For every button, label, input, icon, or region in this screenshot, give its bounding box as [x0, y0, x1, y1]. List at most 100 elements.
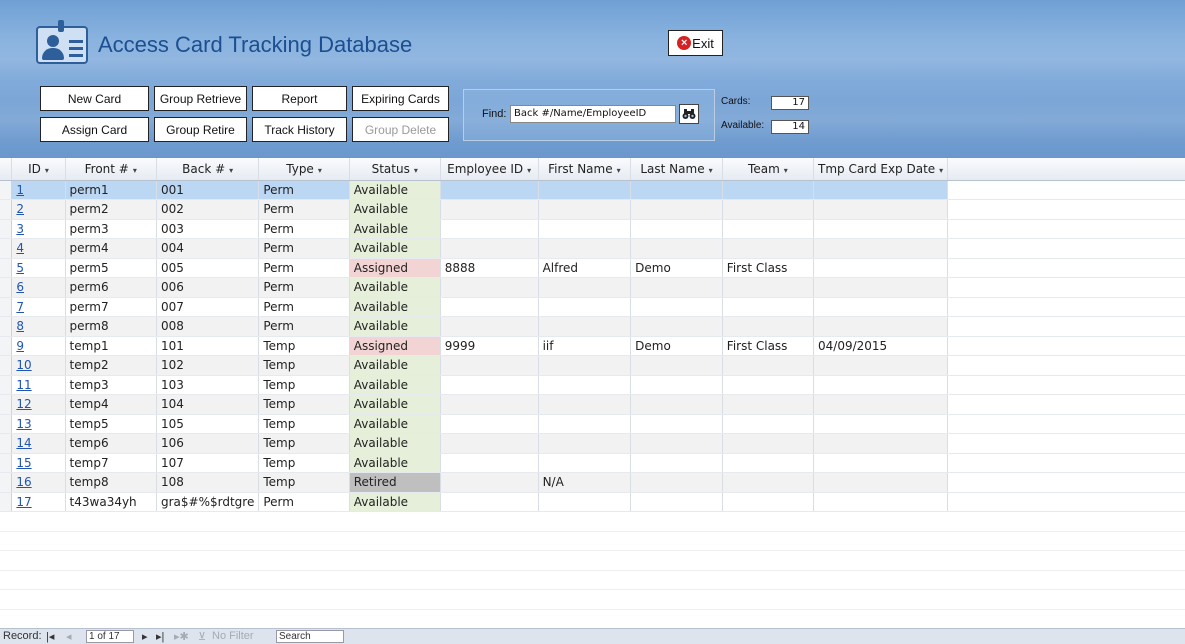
row-selector[interactable]	[0, 297, 13, 317]
status-cell[interactable]: Available	[349, 297, 441, 317]
status-cell[interactable]: Available	[349, 414, 441, 434]
first-name-cell[interactable]	[538, 199, 632, 220]
employee-id-cell[interactable]	[440, 180, 539, 200]
chevron-down-icon[interactable]: ▾	[318, 166, 322, 175]
back-number-cell[interactable]: 103	[156, 375, 260, 395]
employee-id-cell[interactable]	[440, 238, 539, 259]
row-selector[interactable]	[0, 219, 13, 239]
row-selector[interactable]	[0, 199, 13, 220]
exp-date-cell[interactable]	[813, 238, 949, 259]
type-cell[interactable]: Perm	[258, 238, 350, 259]
record-id-link[interactable]: 15	[16, 456, 31, 470]
first-name-cell[interactable]	[538, 492, 632, 512]
back-number-cell[interactable]: 101	[156, 336, 260, 356]
type-cell[interactable]: Perm	[258, 277, 350, 298]
exp-date-cell[interactable]	[813, 297, 949, 317]
table-row[interactable]: 6 perm6 006 Perm Available	[0, 277, 1185, 298]
table-row[interactable]: 12 temp4 104 Temp Available	[0, 394, 1185, 415]
exp-date-cell[interactable]	[813, 219, 949, 239]
exp-date-cell[interactable]	[813, 453, 949, 473]
exp-date-cell[interactable]	[813, 199, 949, 220]
first-name-cell[interactable]	[538, 297, 632, 317]
status-cell[interactable]: Available	[349, 355, 441, 376]
chevron-down-icon[interactable]: ▾	[784, 166, 788, 175]
back-number-cell[interactable]: gra$#%$rdtgre	[156, 492, 260, 512]
column-header-back[interactable]: Back # ▾	[156, 158, 260, 181]
exp-date-cell[interactable]	[813, 375, 949, 395]
front-number-cell[interactable]: perm5	[65, 258, 158, 278]
exp-date-cell[interactable]	[813, 414, 949, 434]
status-cell[interactable]: Available	[349, 433, 441, 454]
record-id-link[interactable]: 11	[16, 378, 31, 392]
table-row[interactable]: 11 temp3 103 Temp Available	[0, 375, 1185, 395]
record-id-link[interactable]: 8	[16, 319, 24, 333]
back-number-cell[interactable]: 105	[156, 414, 260, 434]
employee-id-cell[interactable]	[440, 472, 539, 493]
first-name-cell[interactable]	[538, 414, 632, 434]
back-number-cell[interactable]: 003	[156, 219, 260, 239]
chevron-down-icon[interactable]: ▾	[414, 166, 418, 175]
front-number-cell[interactable]: temp6	[65, 433, 158, 454]
table-row[interactable]: 3 perm3 003 Perm Available	[0, 219, 1185, 239]
search-input[interactable]: Search	[276, 630, 344, 643]
column-header-type[interactable]: Type ▾	[258, 158, 350, 181]
filter-icon[interactable]: ⊻	[198, 630, 206, 643]
front-number-cell[interactable]: temp7	[65, 453, 158, 473]
first-name-cell[interactable]	[538, 316, 632, 337]
type-cell[interactable]: Temp	[258, 394, 350, 415]
front-number-cell[interactable]: temp8	[65, 472, 158, 493]
type-cell[interactable]: Perm	[258, 199, 350, 220]
select-all-corner[interactable]	[0, 158, 13, 181]
back-number-cell[interactable]: 106	[156, 433, 260, 454]
record-id-link[interactable]: 9	[16, 339, 24, 353]
table-row[interactable]: 4 perm4 004 Perm Available	[0, 238, 1185, 259]
last-name-cell[interactable]	[630, 472, 723, 493]
table-row[interactable]: 15 temp7 107 Temp Available	[0, 453, 1185, 473]
exp-date-cell[interactable]: 04/09/2015	[813, 336, 949, 356]
find-button[interactable]	[679, 104, 699, 124]
back-number-cell[interactable]: 104	[156, 394, 260, 415]
front-number-cell[interactable]: perm1	[65, 180, 158, 200]
status-cell[interactable]: Available	[349, 316, 441, 337]
first-name-cell[interactable]	[538, 219, 632, 239]
column-header-front[interactable]: Front # ▾	[65, 158, 158, 181]
front-number-cell[interactable]: perm2	[65, 199, 158, 220]
last-name-cell[interactable]	[630, 394, 723, 415]
status-cell[interactable]: Assigned	[349, 258, 441, 278]
chevron-down-icon[interactable]: ▾	[45, 166, 49, 175]
employee-id-cell[interactable]: 8888	[440, 258, 539, 278]
team-cell[interactable]	[722, 375, 815, 395]
row-selector[interactable]	[0, 316, 13, 337]
last-record-icon[interactable]: ▸|	[156, 630, 164, 643]
row-selector[interactable]	[0, 375, 13, 395]
next-record-icon[interactable]: ▸	[142, 630, 148, 643]
back-number-cell[interactable]: 002	[156, 199, 260, 220]
row-selector[interactable]	[0, 258, 13, 278]
row-selector[interactable]	[0, 433, 13, 454]
employee-id-cell[interactable]	[440, 297, 539, 317]
type-cell[interactable]: Perm	[258, 219, 350, 239]
type-cell[interactable]: Temp	[258, 472, 350, 493]
find-input[interactable]: Back #/Name/EmployeeID	[510, 105, 676, 123]
chevron-down-icon[interactable]: ▾	[527, 166, 531, 175]
type-cell[interactable]: Perm	[258, 180, 350, 200]
column-header-status[interactable]: Status ▾	[349, 158, 441, 181]
last-name-cell[interactable]: Demo	[630, 336, 723, 356]
last-name-cell[interactable]	[630, 375, 723, 395]
back-number-cell[interactable]: 108	[156, 472, 260, 493]
first-name-cell[interactable]: N/A	[538, 472, 632, 493]
table-row[interactable]: 10 temp2 102 Temp Available	[0, 355, 1185, 376]
last-name-cell[interactable]	[630, 414, 723, 434]
employee-id-cell[interactable]	[440, 277, 539, 298]
type-cell[interactable]: Temp	[258, 414, 350, 434]
chevron-down-icon[interactable]: ▾	[939, 166, 943, 175]
previous-record-icon[interactable]: ◂	[66, 630, 72, 643]
table-row[interactable]: 16 temp8 108 Temp Retired N/A	[0, 472, 1185, 493]
record-id-link[interactable]: 13	[16, 417, 31, 431]
track-history-button[interactable]: Track History	[252, 117, 347, 142]
type-cell[interactable]: Temp	[258, 453, 350, 473]
first-record-icon[interactable]: |◂	[46, 630, 54, 643]
back-number-cell[interactable]: 005	[156, 258, 260, 278]
type-cell[interactable]: Temp	[258, 375, 350, 395]
first-name-cell[interactable]	[538, 355, 632, 376]
